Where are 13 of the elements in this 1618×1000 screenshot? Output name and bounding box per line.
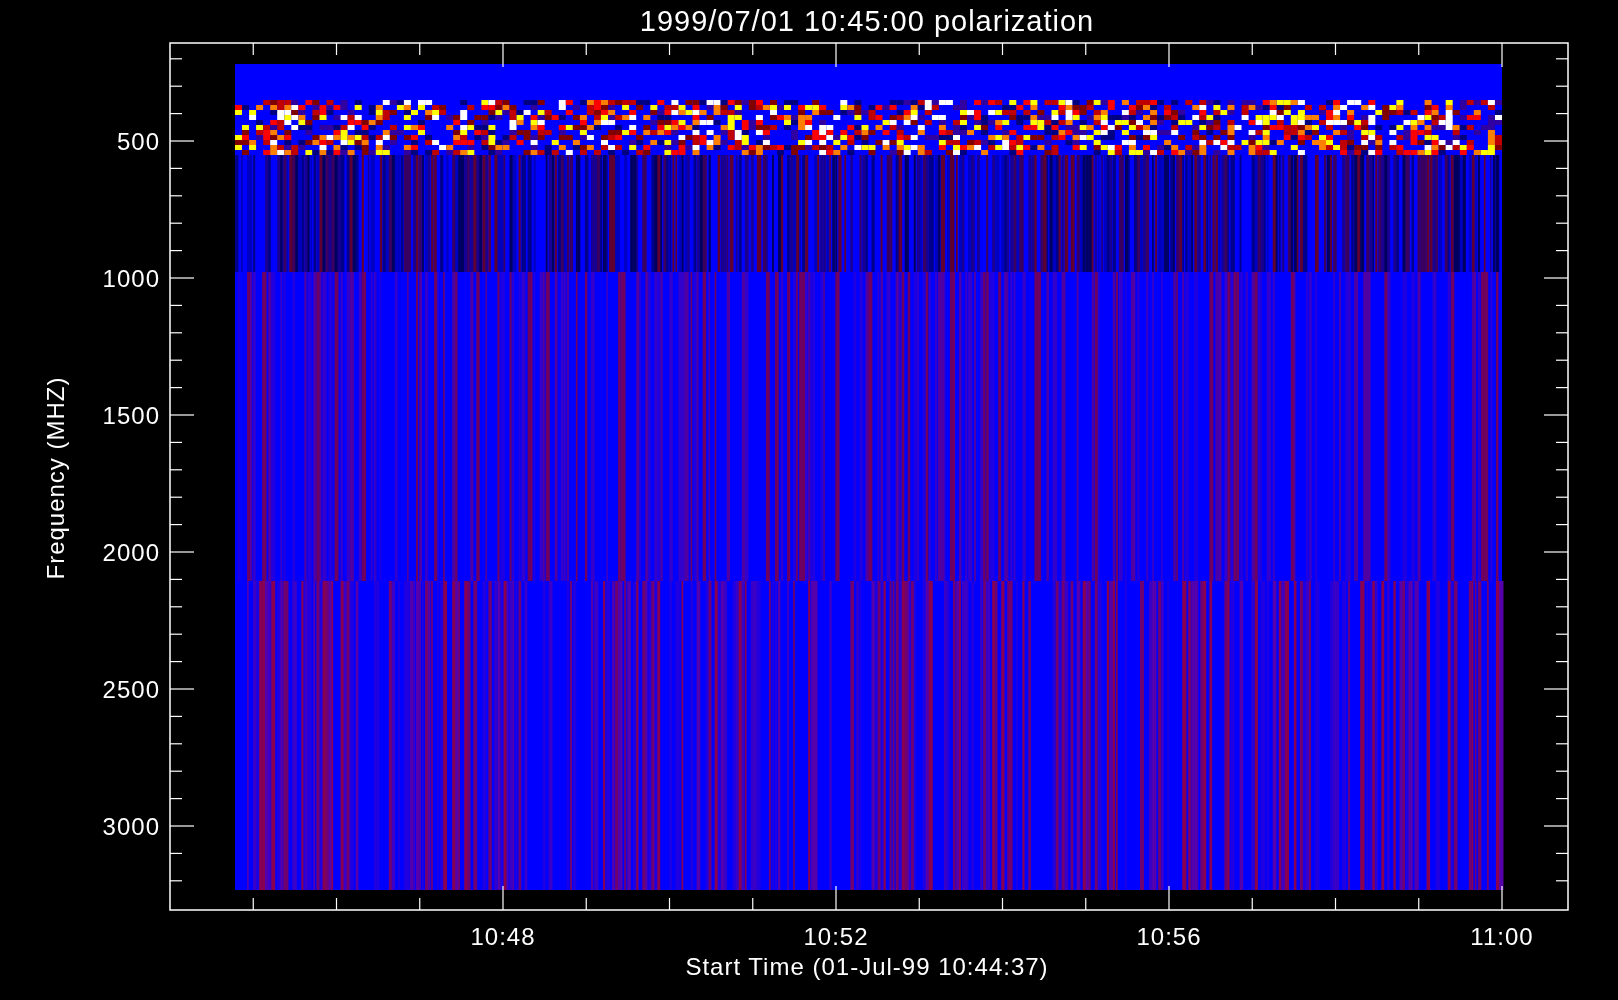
tick-label: 10:52 xyxy=(803,923,869,950)
axis-label: Frequency (MHZ) xyxy=(42,376,69,580)
tick-label: 1500 xyxy=(102,402,160,429)
tick-label: 10:56 xyxy=(1136,923,1202,950)
tick-label: 11:00 xyxy=(1470,923,1534,950)
tick-label: 1000 xyxy=(102,265,160,292)
tick-label: 2500 xyxy=(102,676,160,703)
tick-label: 500 xyxy=(116,128,160,155)
tick-label: 3000 xyxy=(102,813,160,840)
axis-label: Start Time (01-Jul-99 10:44:37) xyxy=(685,953,1049,980)
tick-label: 2000 xyxy=(102,539,160,566)
tick-label: 10:48 xyxy=(470,923,536,950)
plot-title: 1999/07/01 10:45:00 polarization xyxy=(639,5,1095,37)
